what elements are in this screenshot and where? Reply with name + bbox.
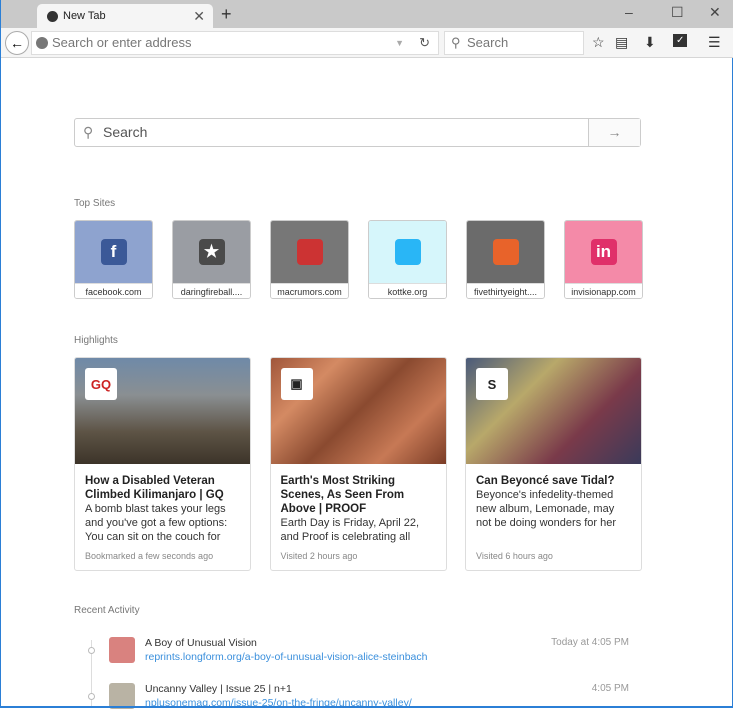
top-sites-heading: Top Sites (74, 198, 116, 209)
site-icon (296, 239, 323, 265)
highlight-image: ▣ (270, 358, 446, 464)
recent-time: 4:05 PM (591, 683, 629, 694)
site-favicon-icon (109, 637, 135, 663)
nav-bar: ← Search or enter address ▼ ↻ ⚲ Search ☆… (1, 28, 733, 58)
page-search-box[interactable]: ⚲ Search → (74, 118, 641, 147)
highlight-image: S (466, 358, 641, 464)
url-placeholder: Search or enter address (52, 35, 192, 50)
site-badge-icon: S (476, 368, 508, 400)
menu-icon[interactable]: ☰ (708, 34, 721, 51)
tab-title: New Tab (63, 10, 106, 22)
maximize-button[interactable]: ☐ (671, 4, 684, 21)
site-badge-icon: GQ (85, 368, 117, 400)
dropdown-icon[interactable]: ▼ (395, 32, 404, 54)
highlight-title: Can Beyoncé save Tidal? (476, 475, 615, 487)
site-thumbnail: f (75, 221, 152, 283)
recent-url-link[interactable]: reprints.longform.org/a-boy-of-unusual-v… (145, 651, 427, 663)
site-icon (492, 239, 519, 265)
recent-activity-heading: Recent Activity (74, 605, 140, 616)
firefox-icon (47, 10, 58, 22)
close-window-button[interactable]: ✕ (709, 4, 721, 21)
search-icon: ⚲ (83, 124, 94, 140)
site-thumbnail: ★ (173, 221, 250, 283)
search-go-button[interactable]: → (588, 119, 640, 146)
close-tab-icon[interactable]: ✕ (193, 8, 205, 25)
highlight-title: How a Disabled Veteran Climbed Kilimanja… (85, 475, 224, 501)
highlights-heading: Highlights (74, 335, 118, 346)
top-site-tile[interactable]: f facebook.com (74, 220, 153, 299)
tab-new-tab[interactable]: New Tab ✕ (37, 4, 213, 28)
recent-title: Uncanny Valley | Issue 25 | n+1 (145, 683, 292, 695)
site-icon: in (590, 239, 617, 265)
highlight-title: Earth's Most Striking Scenes, As Seen Fr… (280, 475, 405, 515)
highlight-description: A bomb blast takes your legs and you've … (85, 503, 228, 543)
url-bar[interactable]: Search or enter address ▼ ↻ (31, 31, 439, 55)
highlight-meta: Bookmarked a few seconds ago (85, 551, 214, 561)
site-name: macrumors.com (271, 283, 348, 298)
timeline-dot (88, 647, 95, 654)
site-icon (394, 239, 421, 265)
page-search-placeholder: Search (103, 124, 148, 140)
site-name: daringfireball.... (173, 283, 250, 298)
top-site-tile[interactable]: ★ daringfireball.... (172, 220, 251, 299)
site-name: kottke.org (369, 283, 446, 298)
search-input[interactable]: ⚲ Search (444, 31, 584, 55)
globe-icon (36, 37, 48, 49)
minimize-button[interactable]: – (625, 4, 633, 20)
back-button[interactable]: ← (5, 31, 29, 55)
bookmark-star-icon[interactable]: ☆ (592, 34, 605, 51)
top-site-tile[interactable]: in invisionapp.com (564, 220, 643, 299)
site-thumbnail: in (565, 221, 642, 283)
reading-list-icon[interactable]: ▤ (615, 34, 628, 51)
site-thumbnail (369, 221, 446, 283)
highlight-description: Beyonce's infedelity-themed new album, L… (476, 489, 617, 529)
site-icon: f (100, 239, 127, 265)
reload-icon[interactable]: ↻ (419, 32, 430, 54)
site-icon: ★ (198, 239, 225, 265)
download-icon[interactable]: ⬇ (644, 34, 656, 51)
site-thumbnail (467, 221, 544, 283)
site-name: facebook.com (75, 283, 152, 298)
search-placeholder: Search (467, 35, 509, 50)
recent-time: Today at 4:05 PM (551, 637, 629, 648)
highlight-meta: Visited 6 hours ago (476, 551, 553, 561)
highlight-card[interactable]: GQ How a Disabled Veteran Climbed Kiliman… (74, 357, 251, 571)
top-site-tile[interactable]: fivethirtyeight.... (466, 220, 545, 299)
highlight-card[interactable]: ▣ Earth's Most Striking Scenes, As Seen F… (269, 357, 447, 571)
timeline-dot (88, 693, 95, 700)
new-tab-button[interactable]: + (221, 4, 232, 25)
highlight-meta: Visited 2 hours ago (280, 551, 358, 561)
site-badge-icon: ▣ (280, 368, 313, 400)
top-site-tile[interactable]: kottke.org (368, 220, 447, 299)
highlight-card[interactable]: S Can Beyoncé save Tidal? Beyonce's infede… (465, 357, 642, 571)
site-name: invisionapp.com (565, 283, 642, 298)
site-name: fivethirtyeight.... (467, 283, 544, 298)
site-thumbnail (271, 221, 348, 283)
highlight-image: GQ (75, 358, 250, 464)
recent-title: A Boy of Unusual Vision (145, 637, 257, 649)
pocket-icon[interactable]: ✓ (673, 34, 688, 47)
top-site-tile[interactable]: macrumors.com (270, 220, 349, 299)
tab-strip: New Tab ✕ + – ☐ ✕ (1, 0, 733, 28)
search-icon: ⚲ (451, 35, 461, 50)
